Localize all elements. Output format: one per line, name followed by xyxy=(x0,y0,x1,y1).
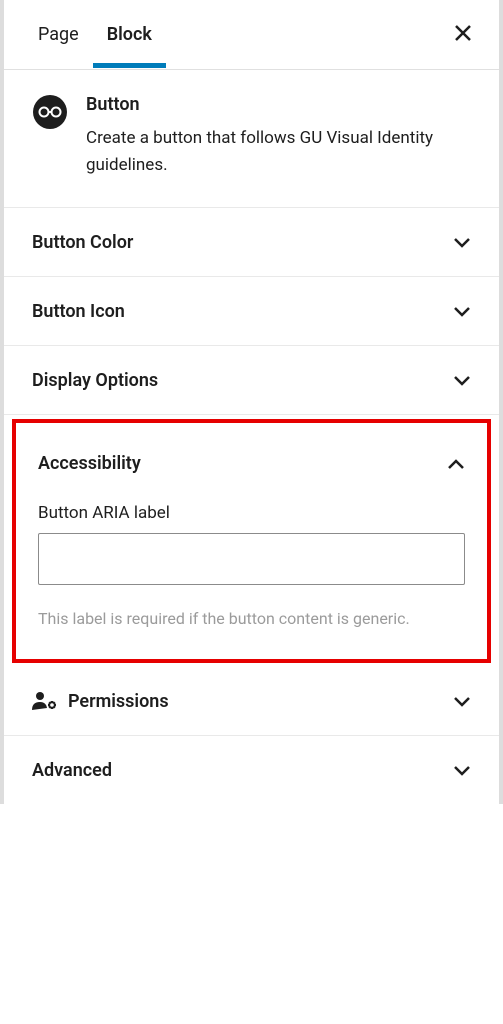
block-title: Button xyxy=(86,94,471,115)
aria-label-field-label: Button ARIA label xyxy=(38,503,465,523)
chevron-up-icon xyxy=(447,451,465,475)
section-header-advanced[interactable]: Advanced xyxy=(4,736,499,804)
permissions-label: Permissions xyxy=(68,691,169,712)
section-permissions: Permissions xyxy=(4,667,499,736)
button-block-icon xyxy=(32,94,68,130)
block-header: Button Create a button that follows GU V… xyxy=(4,70,499,208)
section-title: Button Icon xyxy=(32,301,125,322)
chevron-down-icon xyxy=(453,368,471,392)
section-title: Advanced xyxy=(32,760,112,781)
section-header-button-icon[interactable]: Button Icon xyxy=(4,277,499,345)
section-header-button-color[interactable]: Button Color xyxy=(4,208,499,276)
tab-block[interactable]: Block xyxy=(93,2,166,67)
section-button-color: Button Color xyxy=(4,208,499,277)
chevron-down-icon xyxy=(453,299,471,323)
chevron-down-icon xyxy=(453,230,471,254)
block-description: Create a button that follows GU Visual I… xyxy=(86,125,471,179)
aria-label-input[interactable] xyxy=(38,533,465,585)
chevron-down-icon xyxy=(453,758,471,782)
aria-help-text: This label is required if the button con… xyxy=(38,607,465,631)
section-title: Display Options xyxy=(32,370,158,391)
close-panel-button[interactable] xyxy=(447,17,479,53)
section-header-display-options[interactable]: Display Options xyxy=(4,346,499,414)
section-header-permissions[interactable]: Permissions xyxy=(4,667,499,735)
block-settings-panel: Page Block Button Create a button that f… xyxy=(4,0,499,804)
section-advanced: Advanced xyxy=(4,736,499,804)
section-accessibility: Accessibility Button ARIA label This lab… xyxy=(16,423,487,659)
tab-page[interactable]: Page xyxy=(24,2,93,67)
permissions-icon xyxy=(32,690,58,712)
section-title: Accessibility xyxy=(38,453,141,474)
close-icon xyxy=(453,23,473,43)
settings-tabs: Page Block xyxy=(4,0,499,70)
section-title: Button Color xyxy=(32,232,133,253)
highlighted-section: Accessibility Button ARIA label This lab… xyxy=(12,419,491,663)
section-header-accessibility[interactable]: Accessibility xyxy=(16,423,487,493)
section-button-icon: Button Icon xyxy=(4,277,499,346)
section-title: Permissions xyxy=(32,690,169,712)
section-display-options: Display Options xyxy=(4,346,499,415)
accessibility-body: Button ARIA label This label is required… xyxy=(16,493,487,659)
chevron-down-icon xyxy=(453,689,471,713)
